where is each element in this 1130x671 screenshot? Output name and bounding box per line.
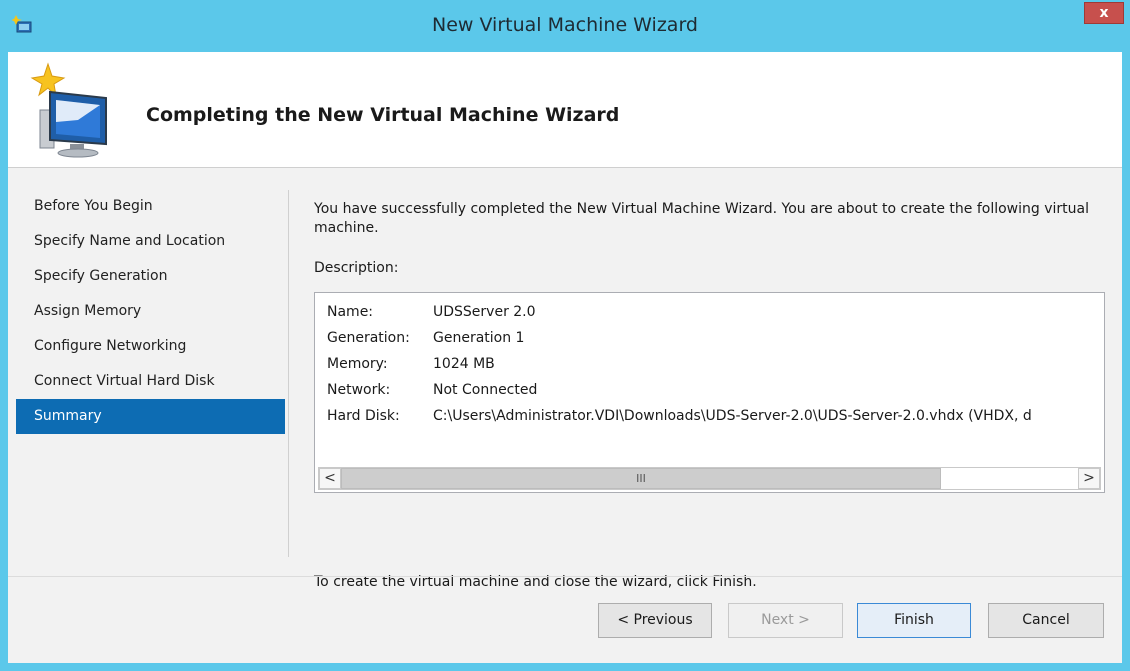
scroll-right-button[interactable]: >	[1078, 468, 1100, 489]
nav-item-summary[interactable]: Summary	[16, 399, 285, 434]
cancel-button[interactable]: Cancel	[988, 603, 1104, 638]
previous-button[interactable]: < Previous	[598, 603, 712, 638]
wizard-header: Completing the New Virtual Machine Wizar…	[8, 52, 1122, 168]
description-row-network: Network: Not Connected	[327, 377, 1032, 403]
description-row-hard-disk: Hard Disk: C:\Users\Administrator.VDI\Do…	[327, 403, 1032, 429]
page-title: Completing the New Virtual Machine Wizar…	[146, 104, 620, 126]
horizontal-scrollbar[interactable]: < III >	[318, 467, 1101, 490]
scroll-left-button[interactable]: <	[319, 468, 341, 489]
nav-item-specify-name-and-location[interactable]: Specify Name and Location	[8, 224, 288, 259]
scrollbar-thumb[interactable]: III	[341, 468, 941, 489]
description-label: Description:	[314, 260, 399, 276]
finish-button[interactable]: Finish	[857, 603, 971, 638]
nav-item-assign-memory[interactable]: Assign Memory	[8, 294, 288, 329]
description-row-memory: Memory: 1024 MB	[327, 351, 1032, 377]
description-value: 1024 MB	[433, 356, 495, 372]
nav-divider	[288, 190, 289, 557]
title-bar[interactable]: New Virtual Machine Wizard x	[0, 0, 1130, 52]
next-button[interactable]: Next >	[728, 603, 843, 638]
new-virtual-machine-icon	[30, 62, 107, 158]
description-value: UDSServer 2.0	[433, 304, 536, 320]
description-key: Name:	[327, 304, 374, 320]
description-box[interactable]: Name: UDSServer 2.0 Generation: Generati…	[314, 292, 1105, 493]
wizard-window: New Virtual Machine Wizard x Completing …	[0, 0, 1130, 671]
scrollbar-track[interactable]	[941, 468, 1078, 489]
description-table: Name: UDSServer 2.0 Generation: Generati…	[327, 299, 1032, 429]
nav-item-specify-generation[interactable]: Specify Generation	[8, 259, 288, 294]
description-value: Generation 1	[433, 330, 525, 346]
window-title: New Virtual Machine Wizard	[432, 14, 698, 36]
wizard-client-area: Completing the New Virtual Machine Wizar…	[8, 52, 1122, 663]
description-key: Memory:	[327, 356, 388, 372]
nav-item-connect-virtual-hard-disk[interactable]: Connect Virtual Hard Disk	[8, 364, 288, 399]
description-viewport: Name: UDSServer 2.0 Generation: Generati…	[315, 293, 1104, 465]
description-key: Network:	[327, 382, 391, 398]
nav-item-configure-networking[interactable]: Configure Networking	[8, 329, 288, 364]
footer-divider	[8, 576, 1122, 577]
description-value: C:\Users\Administrator.VDI\Downloads\UDS…	[433, 408, 1032, 424]
summary-content: You have successfully completed the New …	[314, 200, 1105, 590]
description-row-name: Name: UDSServer 2.0	[327, 299, 1032, 325]
wizard-steps-nav: Before You Begin Specify Name and Locati…	[8, 189, 288, 434]
description-row-generation: Generation: Generation 1	[327, 325, 1032, 351]
description-key: Generation:	[327, 330, 410, 346]
description-key: Hard Disk:	[327, 408, 400, 424]
description-value: Not Connected	[433, 382, 538, 398]
close-button[interactable]: x	[1084, 2, 1124, 24]
intro-text: You have successfully completed the New …	[314, 201, 1089, 236]
nav-item-before-you-begin[interactable]: Before You Begin	[8, 189, 288, 224]
